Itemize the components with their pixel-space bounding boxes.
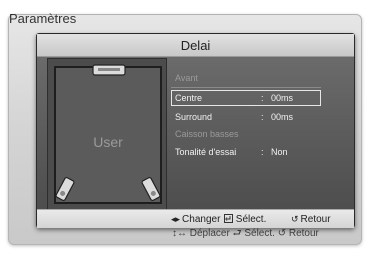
delay-settings-list: Avant Centre : 00ms Surround : 00ms Cais…: [171, 58, 341, 208]
center-speaker-icon: [92, 64, 126, 76]
setting-value: 00ms: [271, 112, 294, 122]
dialog-title-bar: Delai: [37, 34, 354, 57]
return-icon: ↺: [291, 214, 299, 224]
left-surround-speaker-icon: [55, 177, 75, 201]
background-settings-title: Paramètres: [9, 11, 77, 26]
enter-icon: [224, 214, 233, 223]
setting-row-surround[interactable]: Surround : 00ms: [171, 109, 321, 125]
dialog-help-bar: ◂▸ Changer Sélect. ↺ Retour: [37, 209, 354, 228]
row-divider: [171, 87, 321, 88]
dialog-title: Delai: [180, 38, 211, 53]
left-right-arrows-icon: ◂▸: [171, 214, 181, 224]
setting-row-subwoofer: Caisson basses: [175, 129, 239, 139]
setting-row-test-tone[interactable]: Tonalité d'essai : Non: [171, 144, 321, 160]
setting-value: Non: [271, 147, 288, 157]
setting-value: 00ms: [271, 93, 294, 103]
setting-row-front: Avant: [175, 73, 198, 83]
delay-dialog: Delai User Avant Centre: 00ms Surround …: [36, 33, 355, 228]
help-back: ↺ Retour: [291, 214, 331, 225]
speaker-layout-preview: User: [47, 58, 167, 210]
user-position-label: User: [93, 134, 123, 150]
setting-label: Tonalité d'essai: [175, 147, 237, 157]
setting-label: Centre: [175, 93, 203, 103]
setting-row-center[interactable]: Centre : 00ms: [171, 90, 321, 106]
setting-label: Surround: [175, 112, 213, 122]
background-help-bar: ↕↔ Déplacer ⮐ Sélect. ↺ Retour: [172, 228, 319, 239]
help-select: Sélect.: [224, 214, 266, 225]
right-surround-speaker-icon: [141, 177, 161, 201]
help-change: ◂▸ Changer: [171, 214, 221, 225]
room-outline: User: [54, 64, 162, 204]
